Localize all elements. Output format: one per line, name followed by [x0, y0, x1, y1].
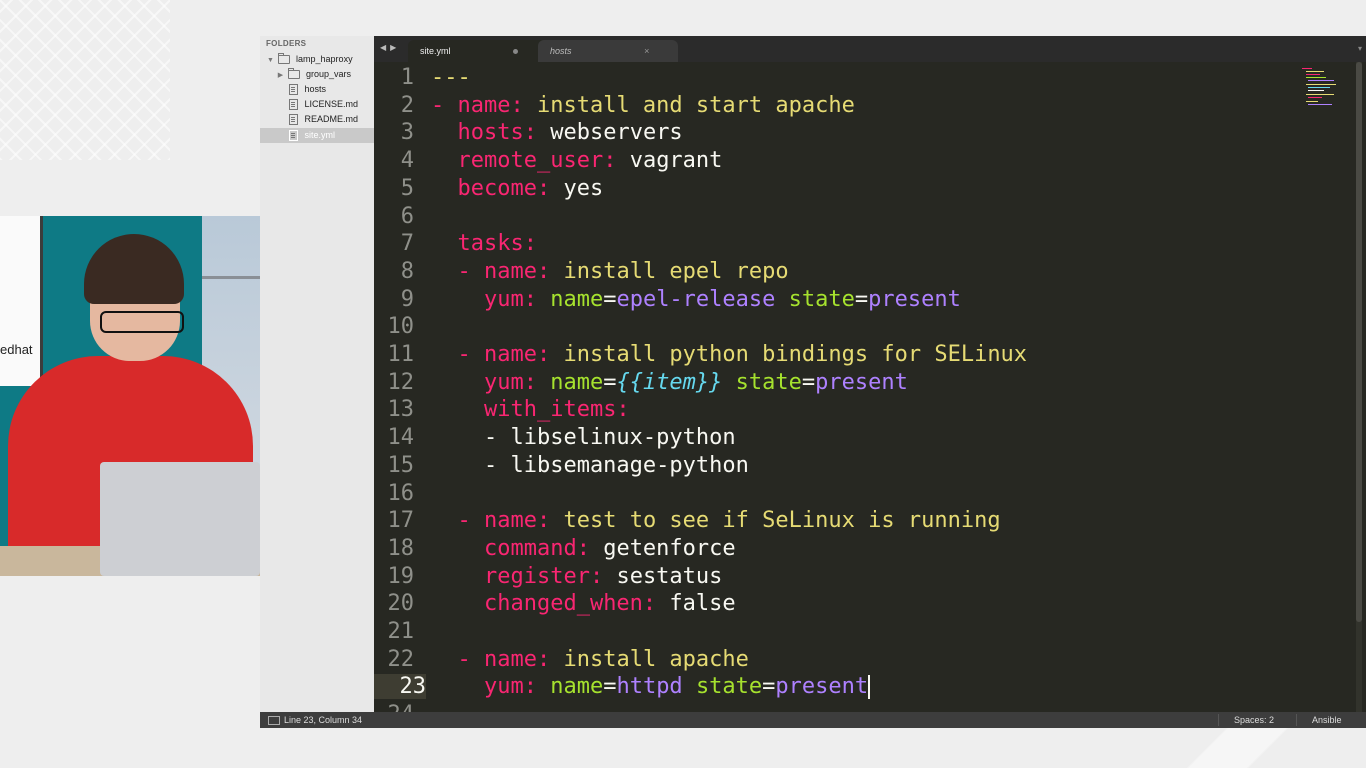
- file-icon: [289, 130, 298, 142]
- tab-hosts[interactable]: hosts ×: [538, 40, 678, 62]
- indentation-setting[interactable]: Spaces: 2: [1234, 712, 1274, 728]
- line-number: 17: [387, 508, 415, 534]
- panel-toggle-icon[interactable]: [268, 716, 280, 725]
- sidebar-item-group-vars[interactable]: ▶ group_vars: [260, 67, 390, 82]
- forward-arrow-icon[interactable]: ▶: [390, 43, 400, 52]
- code-line: with_items:: [483, 397, 630, 423]
- video-whiteboard: [0, 216, 43, 386]
- sidebar-header: FOLDERS: [266, 39, 307, 48]
- status-separator: [1218, 714, 1219, 726]
- code-line: register: sestatus: [483, 563, 723, 589]
- presenter-glasses: [100, 311, 184, 333]
- back-arrow-icon[interactable]: ◀: [380, 43, 390, 52]
- text-cursor: [868, 675, 871, 700]
- editor-window: FOLDERS ▼ lamp_haproxy ▶ group_vars host…: [260, 36, 1366, 728]
- tab-nav-arrows[interactable]: ◀▶: [380, 43, 400, 52]
- code-line-current: yum: name=httpd state=present: [483, 674, 871, 700]
- presenter-video: edhat: [0, 216, 260, 576]
- sidebar-item-label: README.md: [304, 114, 359, 124]
- line-number: 9: [400, 286, 414, 312]
- line-number: 18: [387, 535, 415, 561]
- sidebar-item-label: hosts: [304, 84, 327, 94]
- video-brand-text: edhat: [0, 342, 33, 357]
- folder-icon: [287, 68, 300, 80]
- line-number: 14: [387, 425, 415, 451]
- folder-open-icon: [277, 53, 290, 65]
- background-pattern: [0, 0, 170, 160]
- sidebar-item-label: site.yml: [304, 130, 336, 140]
- cursor-position: Line 23, Column 34: [284, 715, 363, 725]
- close-icon[interactable]: ×: [644, 46, 649, 56]
- line-number: 4: [400, 148, 414, 174]
- code-line: command: getenforce: [483, 535, 736, 561]
- expanded-arrow-icon[interactable]: ▼: [266, 53, 275, 68]
- file-icon: [289, 84, 298, 96]
- syntax-selector[interactable]: Ansible: [1312, 712, 1342, 728]
- code-line: remote_user: vagrant: [457, 148, 723, 174]
- line-number: 24: [374, 702, 415, 712]
- sidebar-item-label: lamp_haproxy: [296, 54, 353, 64]
- tab-overflow-icon[interactable]: ▾: [1358, 44, 1362, 53]
- scrollbar-thumb[interactable]: [1356, 62, 1362, 622]
- line-number: 7: [400, 231, 414, 257]
- file-icon: [289, 114, 298, 126]
- code-line: - name: install apache: [457, 646, 749, 672]
- code-line: - name: test to see if SeLinux is runnin…: [457, 508, 1001, 534]
- code-line: - libsemanage-python: [431, 452, 749, 478]
- tab-label: hosts: [550, 46, 572, 56]
- sidebar: FOLDERS ▼ lamp_haproxy ▶ group_vars host…: [260, 36, 403, 712]
- code-line: - libselinux-python: [431, 425, 736, 451]
- modified-dot-icon[interactable]: [513, 49, 519, 55]
- tab-bar: ◀▶ site.yml hosts × ▾: [374, 36, 1366, 62]
- code-line: ---: [431, 65, 471, 90]
- video-laptop: [100, 462, 260, 576]
- line-number: 15: [387, 452, 415, 478]
- code-line: tasks:: [457, 231, 537, 257]
- line-number: 21: [387, 619, 415, 644]
- code-line: hosts: webservers: [457, 120, 683, 146]
- collapsed-arrow-icon[interactable]: ▶: [276, 68, 285, 83]
- line-number: 13: [387, 397, 415, 423]
- background-pattern-corner: [1106, 728, 1366, 768]
- line-number: 16: [387, 480, 415, 506]
- file-icon: [289, 99, 298, 111]
- code-line: become: yes: [457, 175, 604, 201]
- status-bar: Line 23, Column 34 Spaces: 2 Ansible: [260, 712, 1366, 728]
- sidebar-item-label: group_vars: [306, 69, 352, 79]
- tab-label: site.yml: [420, 46, 451, 56]
- code-line: yum: name={{item}} state=present: [483, 369, 908, 395]
- line-number: 1: [400, 65, 414, 90]
- line-number: 12: [387, 369, 415, 395]
- line-number: 11: [387, 342, 415, 367]
- line-number: 2: [400, 92, 414, 118]
- code-editor[interactable]: 123456789101112131415161718192021222324 …: [374, 62, 1366, 712]
- minimap[interactable]: [1302, 66, 1346, 110]
- presenter-hair: [84, 234, 184, 304]
- code-line: changed_when: false: [483, 591, 736, 617]
- sidebar-item-label: LICENSE.md: [304, 99, 359, 109]
- status-separator: [1296, 714, 1297, 726]
- line-number: 3: [400, 120, 414, 146]
- code-line: - name: install and start apache: [431, 92, 855, 118]
- code-line: - name: install epel repo: [457, 258, 789, 284]
- line-number: 23: [374, 674, 426, 700]
- line-number: 10: [387, 314, 415, 340]
- line-number: 8: [400, 258, 414, 284]
- line-number: 20: [387, 591, 415, 617]
- sidebar-item-lamp-haproxy[interactable]: ▼ lamp_haproxy: [260, 52, 380, 67]
- line-number: 22: [387, 646, 415, 672]
- line-number: 5: [400, 175, 414, 201]
- code-line: yum: name=epel-release state=present: [483, 286, 961, 312]
- line-number: 19: [387, 563, 415, 589]
- code-line: - name: install python bindings for SELi…: [457, 342, 1028, 367]
- line-number: 6: [400, 203, 414, 229]
- line-number-gutter: 123456789101112131415161718192021222324: [374, 62, 428, 712]
- vertical-scrollbar[interactable]: [1356, 62, 1362, 712]
